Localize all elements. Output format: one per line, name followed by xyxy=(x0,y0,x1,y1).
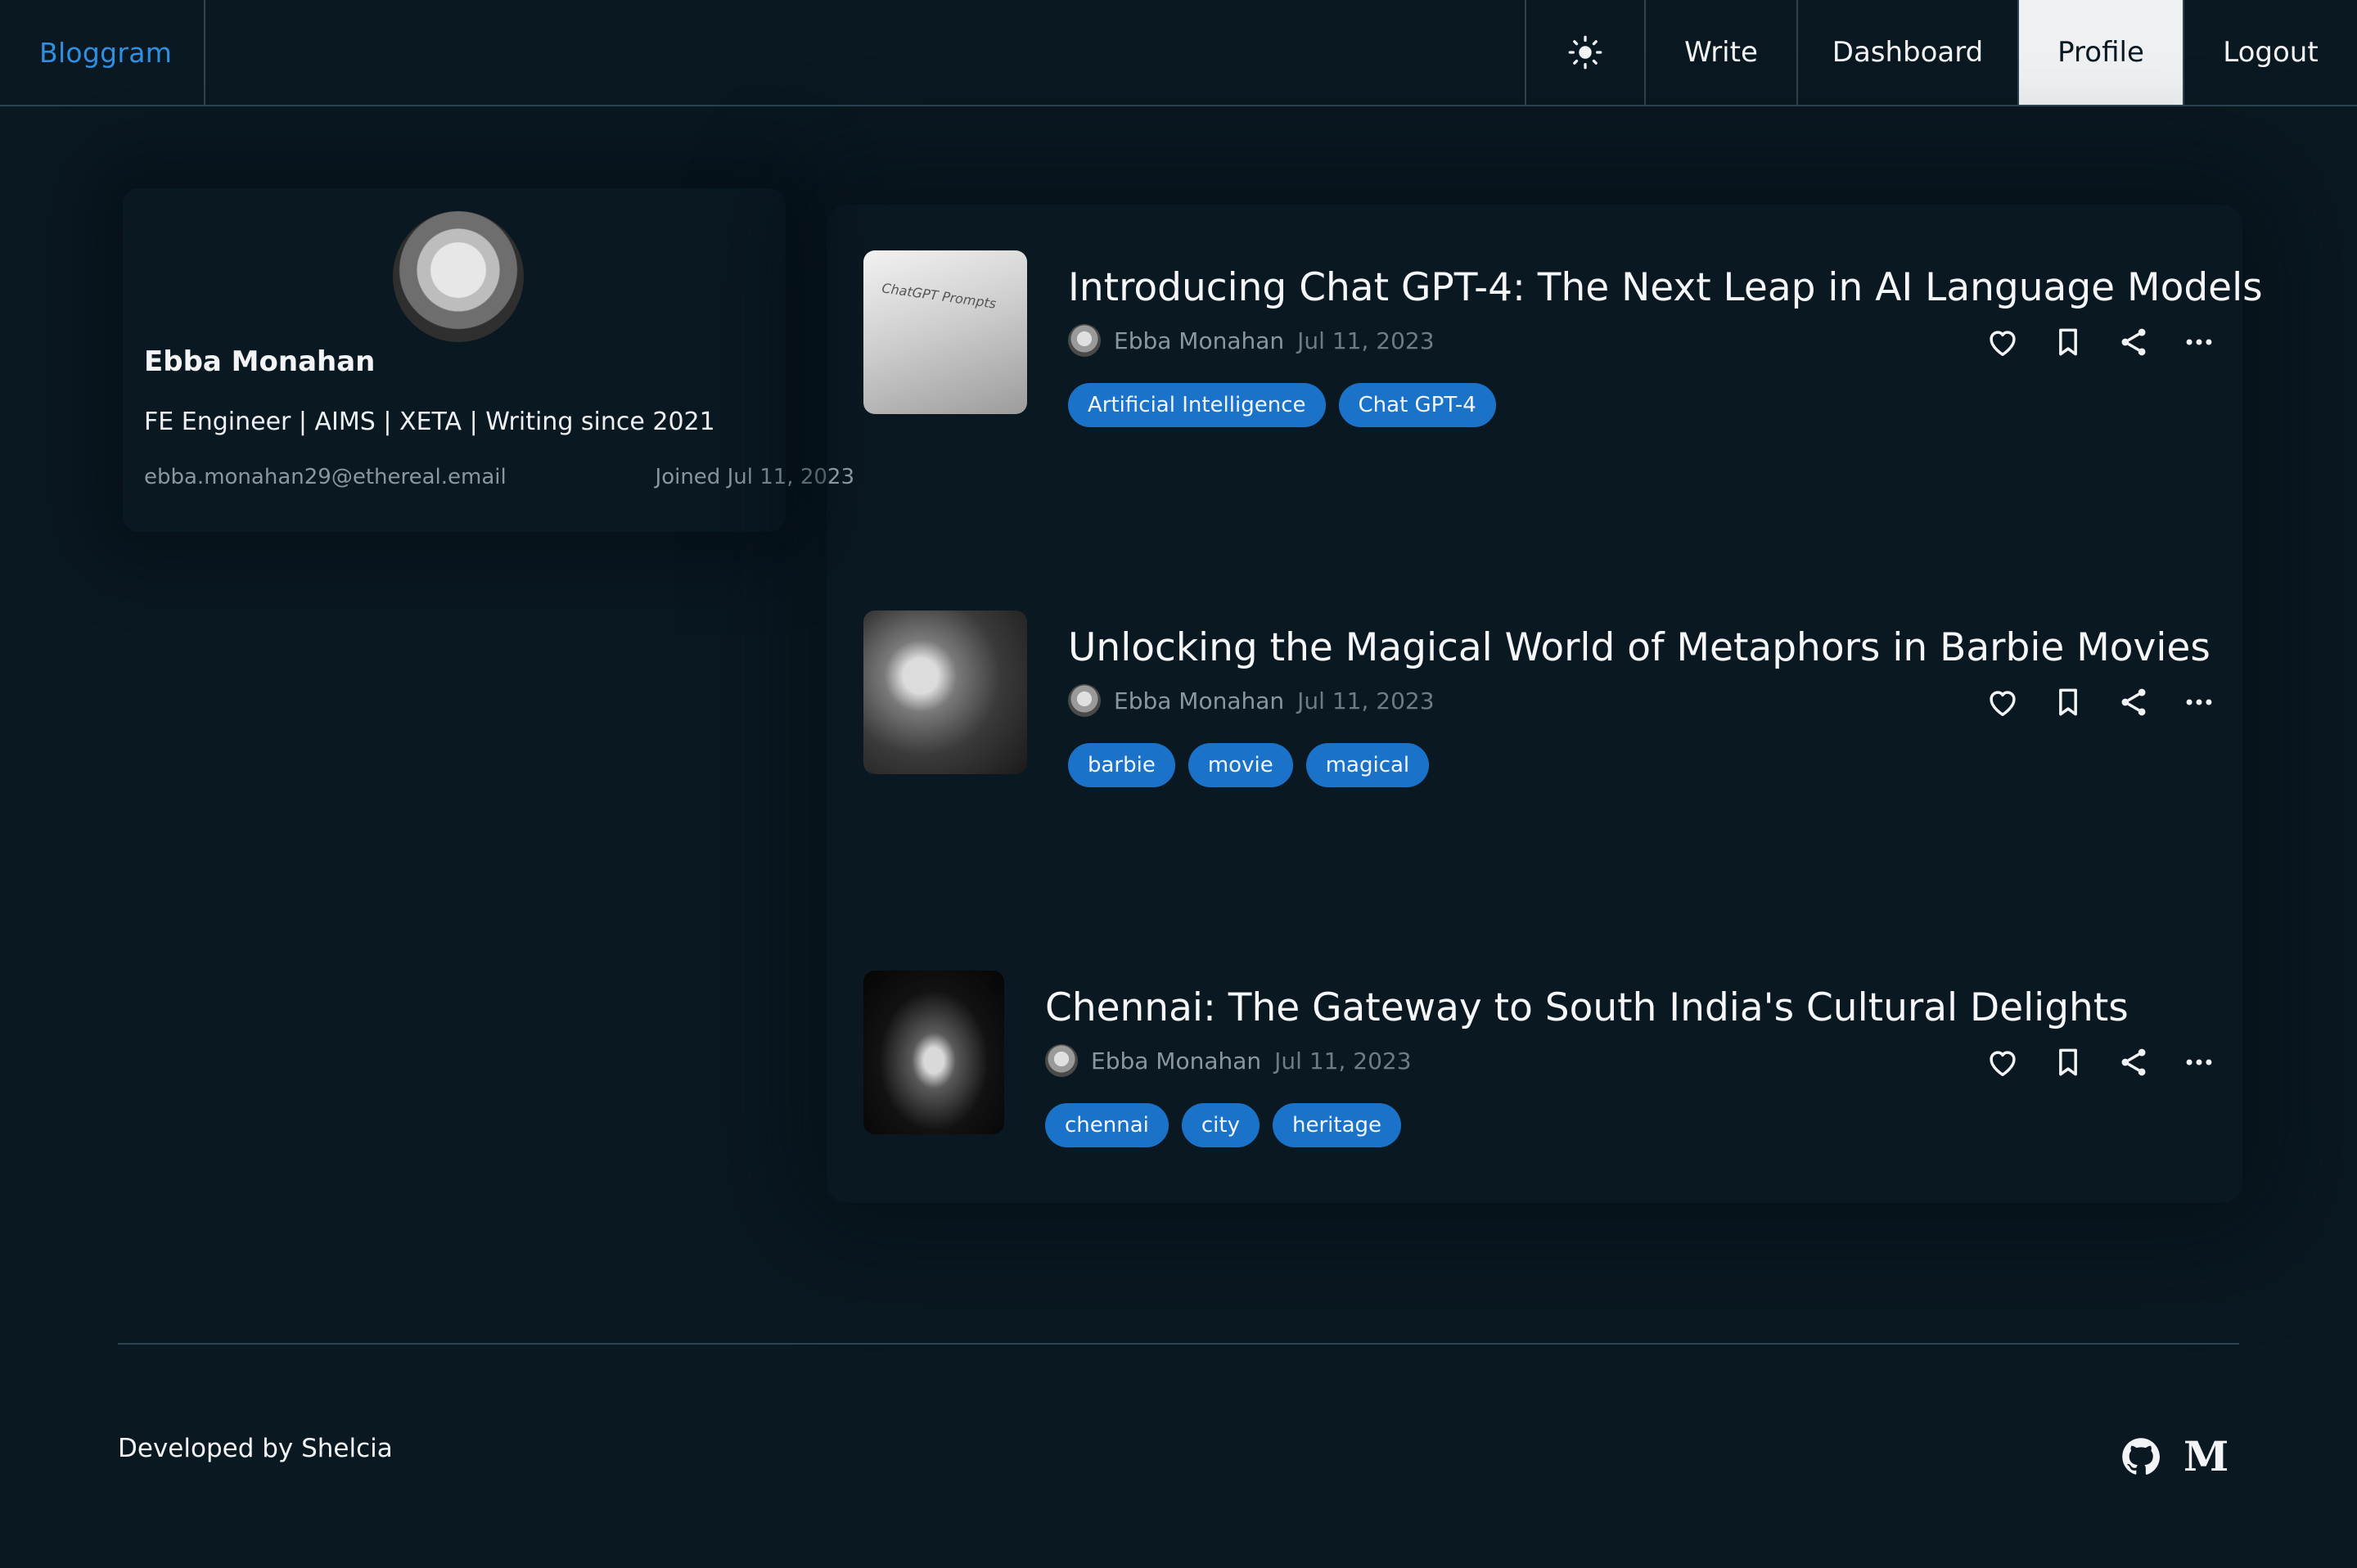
profile-avatar xyxy=(393,211,524,342)
profile-bio: FE Engineer | AIMS | XETA | Writing sinc… xyxy=(144,408,715,436)
heart-icon[interactable] xyxy=(1985,684,2021,720)
profile-email: ebba.monahan29@ethereal.email xyxy=(144,465,507,489)
author-avatar xyxy=(1068,684,1101,717)
post-date: Jul 11, 2023 xyxy=(1274,1047,1412,1075)
medium-icon[interactable]: M xyxy=(2183,1435,2229,1478)
post-tags: chennai city heritage xyxy=(1045,1103,1402,1147)
share-icon[interactable] xyxy=(2116,684,2152,720)
post-meta: Ebba Monahan Jul 11, 2023 xyxy=(1045,1044,1412,1077)
post-actions xyxy=(1985,684,2238,720)
bookmark-icon[interactable] xyxy=(2050,1044,2086,1080)
post-title[interactable]: Chennai: The Gateway to South India's Cu… xyxy=(1045,985,2129,1030)
footer-credit: Developed by Shelcia xyxy=(118,1434,393,1463)
brand-logo[interactable]: Bloggram xyxy=(0,0,205,105)
post-date: Jul 11, 2023 xyxy=(1297,687,1435,714)
post-thumbnail[interactable] xyxy=(863,971,1004,1134)
bookmark-icon[interactable] xyxy=(2050,324,2086,360)
post-meta: Ebba Monahan Jul 11, 2023 xyxy=(1068,324,1435,357)
tag-chip[interactable]: Chat GPT-4 xyxy=(1338,383,1496,427)
theme-toggle-button[interactable] xyxy=(1525,0,1644,105)
nav-logout[interactable]: Logout xyxy=(2183,0,2357,105)
author-avatar xyxy=(1045,1044,1078,1077)
footer-divider xyxy=(118,1343,2239,1345)
post-card[interactable]: Chennai: The Gateway to South India's Cu… xyxy=(847,925,2238,1195)
post-author[interactable]: Ebba Monahan xyxy=(1114,327,1284,354)
post-title[interactable]: Introducing Chat GPT-4: The Next Leap in… xyxy=(1068,265,2263,310)
post-meta: Ebba Monahan Jul 11, 2023 xyxy=(1068,684,1435,717)
heart-icon[interactable] xyxy=(1985,324,2021,360)
profile-joined-date: Joined Jul 11, 2023 xyxy=(655,465,854,489)
more-options-icon[interactable] xyxy=(2181,1044,2217,1080)
post-author[interactable]: Ebba Monahan xyxy=(1114,687,1284,714)
bookmark-icon[interactable] xyxy=(2050,684,2086,720)
nav-dashboard[interactable]: Dashboard xyxy=(1796,0,2017,105)
post-tags: Artificial Intelligence Chat GPT-4 xyxy=(1068,383,1496,427)
post-card[interactable]: Unlocking the Magical World of Metaphors… xyxy=(847,565,2238,835)
thumbnail-text: ChatGPT Prompts xyxy=(881,280,998,312)
tag-chip[interactable]: barbie xyxy=(1068,743,1175,787)
post-date: Jul 11, 2023 xyxy=(1297,327,1435,354)
nav-profile[interactable]: Profile xyxy=(2017,0,2183,105)
post-thumbnail[interactable]: ChatGPT Prompts xyxy=(863,250,1027,414)
tag-chip[interactable]: chennai xyxy=(1045,1103,1169,1147)
post-card[interactable]: ChatGPT Prompts Introducing Chat GPT-4: … xyxy=(847,205,2263,475)
tag-chip[interactable]: Artificial Intelligence xyxy=(1068,383,1326,427)
tag-chip[interactable]: magical xyxy=(1305,743,1430,787)
share-icon[interactable] xyxy=(2116,324,2152,360)
top-nav: Bloggram Write Dashboard Profile Logout xyxy=(0,0,2357,106)
tag-chip[interactable]: heritage xyxy=(1273,1103,1402,1147)
profile-name: Ebba Monahan xyxy=(144,345,376,378)
sun-icon xyxy=(1568,35,1602,70)
post-actions xyxy=(1985,1044,2238,1080)
tag-chip[interactable]: city xyxy=(1181,1103,1260,1147)
author-avatar xyxy=(1068,324,1101,357)
share-icon[interactable] xyxy=(2116,1044,2152,1080)
post-title[interactable]: Unlocking the Magical World of Metaphors… xyxy=(1068,625,2211,670)
github-icon[interactable] xyxy=(2120,1435,2162,1478)
nav-write[interactable]: Write xyxy=(1644,0,1796,105)
more-options-icon[interactable] xyxy=(2181,684,2217,720)
profile-card: Ebba Monahan FE Engineer | AIMS | XETA |… xyxy=(123,188,854,532)
post-tags: barbie movie magical xyxy=(1068,743,1430,787)
post-actions xyxy=(1985,324,2238,360)
post-thumbnail[interactable] xyxy=(863,611,1027,774)
tag-chip[interactable]: movie xyxy=(1188,743,1293,787)
heart-icon[interactable] xyxy=(1985,1044,2021,1080)
post-author[interactable]: Ebba Monahan xyxy=(1091,1048,1261,1075)
more-options-icon[interactable] xyxy=(2181,324,2217,360)
